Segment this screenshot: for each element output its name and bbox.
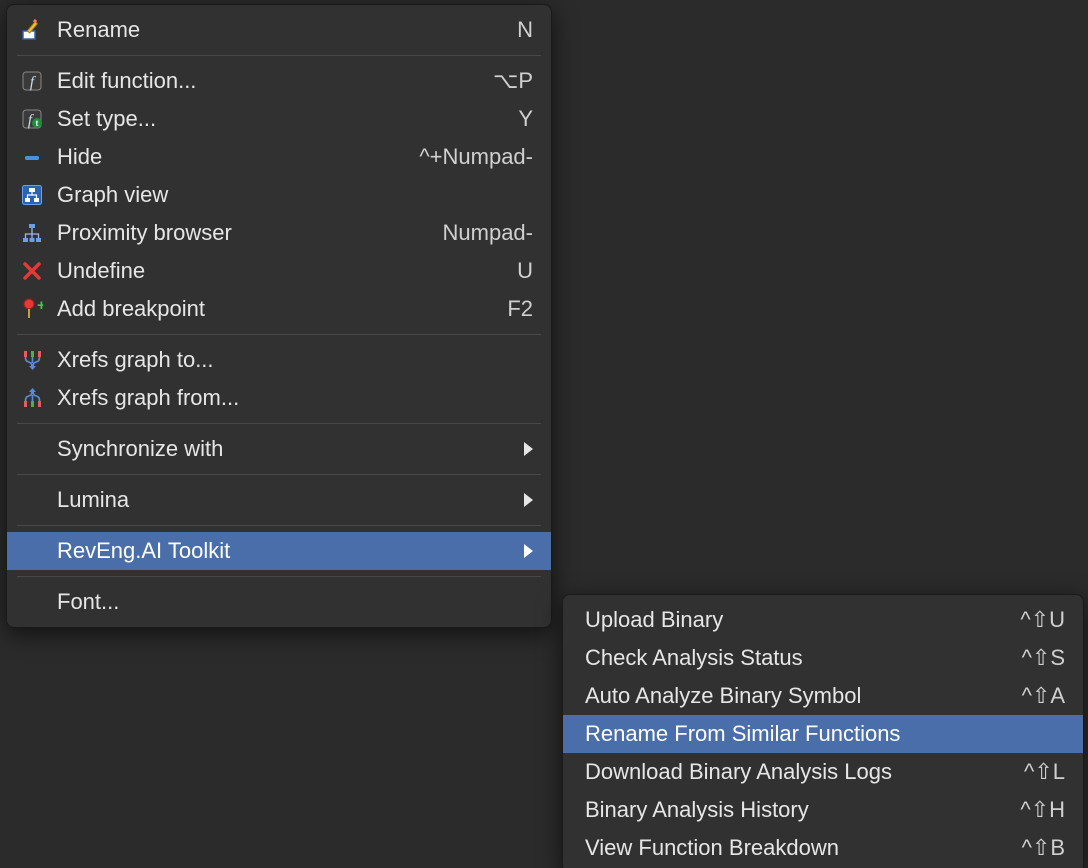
menu-item-shortcut: ^+Numpad- (419, 144, 533, 170)
menu-item-auto-analyze-binary-symbol[interactable]: Auto Analyze Binary Symbol ^⇧A (563, 677, 1083, 715)
rename-icon (19, 17, 45, 43)
separator (17, 474, 541, 475)
menu-item-label: Add breakpoint (57, 296, 495, 322)
separator (17, 55, 541, 56)
context-menu[interactable]: Rename Nf Edit function... ⌥P ft Set type... Y… (6, 4, 552, 628)
menu-item-upload-binary[interactable]: Upload Binary ^⇧U (563, 601, 1083, 639)
separator (17, 423, 541, 424)
menu-item-label: Binary Analysis History (585, 797, 1008, 823)
no-icon (19, 436, 45, 462)
menu-item-shortcut: U (517, 258, 533, 284)
menu-item-label: Lumina (57, 487, 504, 513)
menu-item-shortcut: ^⇧L (1024, 759, 1065, 785)
submenu-arrow-icon (524, 493, 533, 507)
menu-item-label: Synchronize with (57, 436, 504, 462)
svg-text:t: t (36, 119, 39, 128)
menu-item-shortcut: ^⇧A (1022, 683, 1065, 709)
menu-item-view-function-breakdown[interactable]: View Function Breakdown ^⇧B (563, 829, 1083, 867)
menu-item-label: Undefine (57, 258, 505, 284)
submenu-arrow-icon (524, 544, 533, 558)
menu-item-check-analysis-status[interactable]: Check Analysis Status ^⇧S (563, 639, 1083, 677)
menu-item-label: Font... (57, 589, 521, 615)
menu-item-label: Auto Analyze Binary Symbol (585, 683, 1010, 709)
function-icon: f (19, 68, 45, 94)
menu-item-undefine[interactable]: Undefine U (7, 252, 551, 290)
separator (17, 576, 541, 577)
menu-item-reveng-ai-toolkit[interactable]: RevEng.AI Toolkit (7, 532, 551, 570)
reveng-submenu[interactable]: Upload Binary ^⇧U Check Analysis Status ^⇧S… (562, 594, 1084, 868)
graph-icon (19, 182, 45, 208)
menu-item-label: Graph view (57, 182, 521, 208)
menu-item-label: Upload Binary (585, 607, 1008, 633)
menu-item-xrefs-graph-from[interactable]: Xrefs graph from... (7, 379, 551, 417)
menu-item-label: Download Binary Analysis Logs (585, 759, 1012, 785)
breakpoint-icon: + (19, 296, 45, 322)
menu-item-label: Set type... (57, 106, 506, 132)
xrefs-to-icon (19, 347, 45, 373)
menu-item-rename[interactable]: Rename N (7, 11, 551, 49)
menu-item-shortcut: Numpad- (443, 220, 533, 246)
menu-item-label: Hide (57, 144, 407, 170)
svg-text:+: + (37, 298, 43, 314)
hide-icon (19, 144, 45, 170)
menu-item-proximity-browser[interactable]: Proximity browser Numpad- (7, 214, 551, 252)
function-type-icon: ft (19, 106, 45, 132)
menu-item-label: Xrefs graph from... (57, 385, 521, 411)
menu-item-shortcut: F2 (507, 296, 533, 322)
menu-item-add-breakpoint[interactable]: + Add breakpoint F2 (7, 290, 551, 328)
menu-item-label: View Function Breakdown (585, 835, 1010, 861)
menu-item-shortcut: Y (518, 106, 533, 132)
menu-item-label: RevEng.AI Toolkit (57, 538, 504, 564)
menu-item-font[interactable]: Font... (7, 583, 551, 621)
menu-item-lumina[interactable]: Lumina (7, 481, 551, 519)
submenu-arrow-icon (524, 442, 533, 456)
menu-item-label: Edit function... (57, 68, 481, 94)
menu-item-label: Rename From Similar Functions (585, 721, 1053, 747)
menu-item-shortcut: ^⇧S (1022, 645, 1065, 671)
menu-item-rename-from-similar-functions[interactable]: Rename From Similar Functions (563, 715, 1083, 753)
menu-item-shortcut: ^⇧B (1022, 835, 1065, 861)
undefine-icon (19, 258, 45, 284)
menu-item-download-binary-analysis-logs[interactable]: Download Binary Analysis Logs ^⇧L (563, 753, 1083, 791)
menu-item-hide[interactable]: Hide ^+Numpad- (7, 138, 551, 176)
menu-item-label: Rename (57, 17, 505, 43)
separator (17, 334, 541, 335)
menu-item-synchronize-with[interactable]: Synchronize with (7, 430, 551, 468)
menu-item-shortcut: ⌥P (493, 68, 533, 94)
xrefs-from-icon (19, 385, 45, 411)
no-icon (19, 589, 45, 615)
menu-item-graph-view[interactable]: Graph view (7, 176, 551, 214)
no-icon (19, 538, 45, 564)
menu-item-shortcut: ^⇧U (1020, 607, 1065, 633)
menu-item-label: Check Analysis Status (585, 645, 1010, 671)
menu-item-shortcut: ^⇧H (1020, 797, 1065, 823)
menu-item-set-type[interactable]: ft Set type... Y (7, 100, 551, 138)
menu-item-edit-function[interactable]: f Edit function... ⌥P (7, 62, 551, 100)
menu-item-label: Xrefs graph to... (57, 347, 521, 373)
menu-item-binary-analysis-history[interactable]: Binary Analysis History ^⇧H (563, 791, 1083, 829)
menu-item-xrefs-graph-to[interactable]: Xrefs graph to... (7, 341, 551, 379)
proximity-icon (19, 220, 45, 246)
separator (17, 525, 541, 526)
menu-item-shortcut: N (517, 17, 533, 43)
menu-item-label: Proximity browser (57, 220, 431, 246)
no-icon (19, 487, 45, 513)
